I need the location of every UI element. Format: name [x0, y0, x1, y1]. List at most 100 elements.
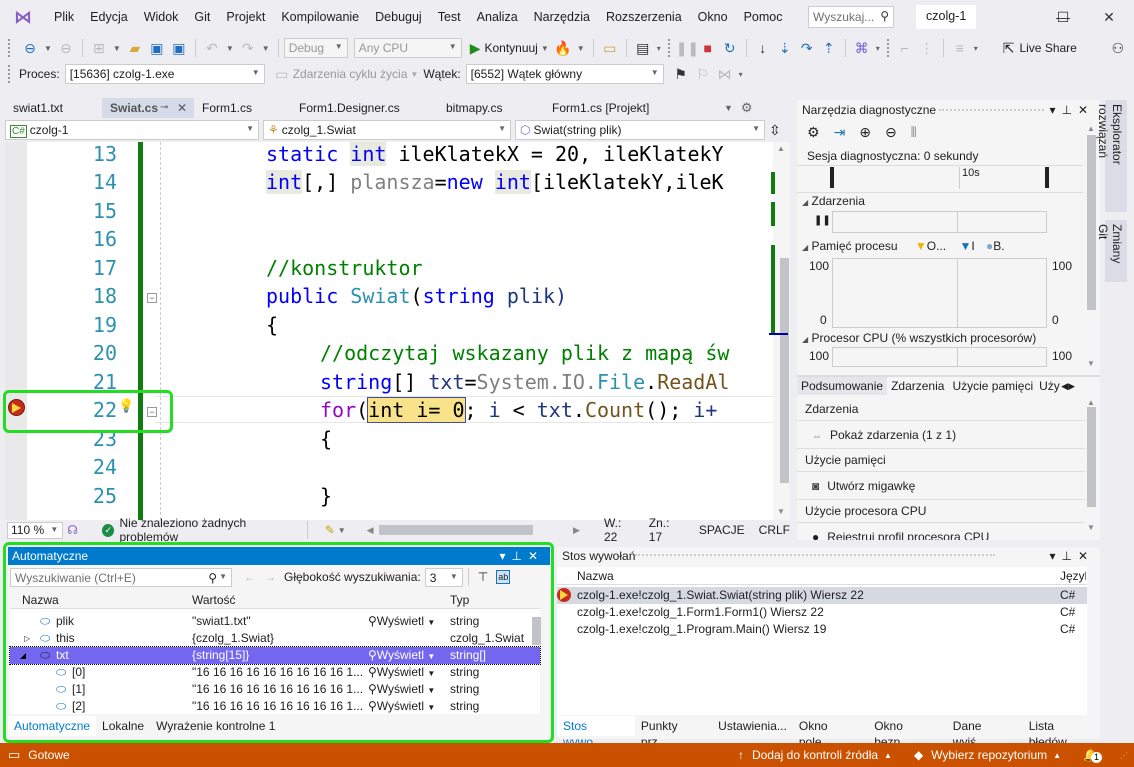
application-insights-icon[interactable]: ▤ [633, 38, 653, 58]
process-select[interactable]: [15636] czolg-1.exe ▼ [64, 64, 265, 84]
maximize-button[interactable]: ☐ [1040, 0, 1086, 34]
record-cpu-profile-link[interactable]: ● Rejestruj profil procesora CPU [797, 523, 1085, 540]
table-row[interactable]: ⬭ plik "swiat1.txt" ⚲Wyświetl ▼ string [10, 613, 540, 630]
global-search-input[interactable]: Wyszukaj... ⚲ [808, 6, 894, 28]
dropdown-arrow-icon[interactable]: ▼ [44, 44, 52, 53]
table-row-selected[interactable]: ◢ ⬭ txt {string[15]} ⚲Wyświetl ▼ string[… [9, 646, 541, 665]
call-stack-frame-current[interactable]: czolg-1.exe!czolg_1.Swiat.Swiat(string p… [557, 587, 1087, 604]
settings-gear-icon[interactable]: ⚙ [741, 98, 753, 118]
menu-debuguj[interactable]: Debuguj [367, 0, 430, 34]
live-share-button[interactable]: ⇱ Live Share [1003, 40, 1077, 57]
memory-section-header[interactable]: ◢ Pamięć procesu ▼O... ▼I ●B. [802, 239, 1005, 253]
expand-icon[interactable]: ▷ [24, 630, 30, 647]
tab-command-window[interactable]: Okno pole... [793, 716, 868, 749]
menu-pomoc[interactable]: Pomoc [736, 0, 791, 34]
lightbulb-icon[interactable]: 💡 [118, 398, 134, 414]
code-editor[interactable]: 13 14 15 16 17 18 19 20 21 22 23 24 25 💡… [5, 142, 790, 520]
collapse-icon[interactable]: ◢ [20, 647, 26, 664]
pin-to-source-icon[interactable]: ⊤ [478, 570, 488, 584]
editor-vertical-scrollbar[interactable]: ▲ ▼ [773, 142, 790, 520]
toolbar-overflow-icon[interactable]: ▾ [739, 70, 743, 79]
diagnostics-bottom-scrollbar[interactable]: ▲ ▼ [1087, 398, 1097, 538]
text-visualizer-button[interactable]: ⚲Wyświetl ▼ [368, 681, 435, 699]
toolbar-overflow-icon[interactable]: ▾ [974, 44, 978, 53]
take-snapshot-link[interactable]: ◙ Utwórz migawkę [797, 472, 1085, 500]
flagged-threads-icon[interactable]: ⚐ [693, 64, 713, 84]
configuration-select[interactable]: Debug ▼ [283, 38, 348, 58]
save-all-icon[interactable]: ▣ [169, 38, 189, 58]
hex-display-icon[interactable]: ⌘ [852, 38, 872, 58]
menu-git[interactable]: Git [186, 0, 218, 34]
cpu-section-header[interactable]: ◢ Procesor CPU (% wszystkich procesorów) [802, 331, 1036, 345]
scroll-up-icon[interactable]: ▲ [1087, 398, 1097, 407]
settings-gear-icon[interactable]: ⚙ [807, 124, 820, 141]
dropdown-arrow-icon[interactable]: ▼ [113, 44, 121, 53]
tab-breakpoints[interactable]: Punkty prz... [635, 716, 712, 749]
issues-status[interactable]: Nie znaleziono żadnych problemów [119, 516, 301, 544]
toolbar-grip[interactable] [667, 39, 671, 57]
select-repository-button[interactable]: Wybierz repozytorium [931, 748, 1047, 762]
hot-reload-icon[interactable]: 🔥 [553, 38, 573, 58]
open-folder-icon[interactable]: ▰ [125, 38, 145, 58]
panel-dropdown-icon[interactable]: ▾ [499, 549, 511, 563]
call-stack-frame[interactable]: czolg-1.exe!czolg_1.Form1.Form1() Wiersz… [557, 604, 1087, 621]
column-header-language[interactable]: Język [1060, 567, 1086, 585]
tab-list-dropdown-icon[interactable]: ▼ [724, 98, 733, 118]
tab-error-list[interactable]: Lista błędów [1023, 716, 1100, 749]
zoom-in-icon[interactable]: ⊕ [859, 124, 871, 141]
resize-grip-icon[interactable]: ⋰ [1120, 751, 1128, 760]
text-visualizer-button[interactable]: ⚲Wyświetl ▼ [368, 647, 435, 665]
navigate-back-icon[interactable]: ⊖ [20, 38, 40, 58]
menu-narzedzia[interactable]: Narzędzia [526, 0, 598, 34]
column-header-name[interactable]: Nazwa [22, 591, 59, 609]
class-select[interactable]: ⚘ czolg_1.Swiat ▼ [263, 120, 511, 140]
notifications-bell-icon[interactable]: 🔔1 [1083, 748, 1103, 763]
close-panel-icon[interactable]: ✕ [1078, 103, 1094, 117]
scroll-thumb[interactable] [532, 617, 541, 645]
redo-icon[interactable]: ↷ [238, 38, 258, 58]
intellicode-icon[interactable]: ☊ [67, 523, 78, 537]
menu-analiza[interactable]: Analiza [469, 0, 526, 34]
horizontal-scroll-thumb[interactable] [378, 525, 534, 535]
tab-bitmapy-cs[interactable]: bitmapy.cs [438, 98, 544, 118]
comment-out-icon[interactable]: ⌐ [895, 38, 915, 58]
scroll-thumb[interactable] [1087, 407, 1096, 507]
menu-edycja[interactable]: Edycja [82, 0, 136, 34]
fold-collapse-icon[interactable]: − [147, 293, 157, 303]
timeline-start-handle[interactable] [830, 167, 834, 188]
column-header-type[interactable]: Typ [450, 591, 469, 609]
column-header-name[interactable]: Nazwa [577, 567, 614, 585]
save-icon[interactable]: ▣ [147, 38, 167, 58]
solution-explorer-tab[interactable]: Eksplorator rozwiązań [1096, 100, 1127, 212]
dropdown-arrow-icon[interactable]: ▼ [262, 44, 270, 53]
toolbar-grip[interactable] [886, 39, 890, 57]
tab-watch-1[interactable]: Wyrażenie kontrolne 1 [150, 716, 281, 736]
timeline-ruler[interactable]: 10s [797, 167, 1083, 193]
scroll-down-icon[interactable]: ▼ [777, 507, 785, 516]
scroll-left-icon[interactable]: ◀ [367, 525, 374, 536]
dropdown-arrow-icon[interactable]: ▼ [338, 526, 346, 535]
tab-exception-settings[interactable]: Ustawienia... [712, 716, 793, 736]
scroll-down-icon[interactable]: ▼ [1087, 523, 1095, 532]
tab-swiat1-txt[interactable]: swiat1.txt [5, 98, 102, 118]
new-project-icon[interactable]: ⊞ [89, 38, 109, 58]
menu-plik[interactable]: Plik [46, 0, 82, 34]
text-visualizer-button[interactable]: ⚲Wyświetl ▼ [368, 664, 435, 682]
text-visualizer-button[interactable]: ⚲Wyświetl ▼ [368, 613, 435, 631]
tab-memory-usage[interactable]: Użycie pamięci [948, 377, 1037, 395]
continue-button[interactable]: ▶ Kontynuuj ▼ [470, 40, 552, 57]
search-next-icon[interactable]: → [264, 570, 276, 584]
pin-icon[interactable]: ⊸ [160, 98, 168, 118]
call-stack-frame[interactable]: czolg-1.exe!czolg_1.Program.Main() Wiers… [557, 621, 1087, 638]
step-over-icon[interactable]: ↷ [797, 38, 817, 58]
stack-frame-icon[interactable]: ⋈ [715, 64, 735, 84]
text-visualizer-button[interactable]: ⚲Wyświetl ▼ [368, 698, 435, 716]
feedback-icon[interactable]: ⚇ [1108, 38, 1128, 58]
table-row[interactable]: ▷ ⬭ this {czolg_1.Swiat} czolg_1.Swiat [10, 630, 540, 647]
scroll-thumb[interactable] [780, 258, 789, 483]
thread-select[interactable]: [6552] Wątek główny ▼ [465, 64, 664, 84]
tab-output[interactable]: Dane wyjś... [947, 716, 1023, 749]
tab-form1-designer-cs[interactable]: Form1.Designer.cs [291, 98, 438, 118]
select-tools-icon[interactable]: ⇥ [834, 124, 846, 141]
menu-projekt[interactable]: Projekt [218, 0, 273, 34]
